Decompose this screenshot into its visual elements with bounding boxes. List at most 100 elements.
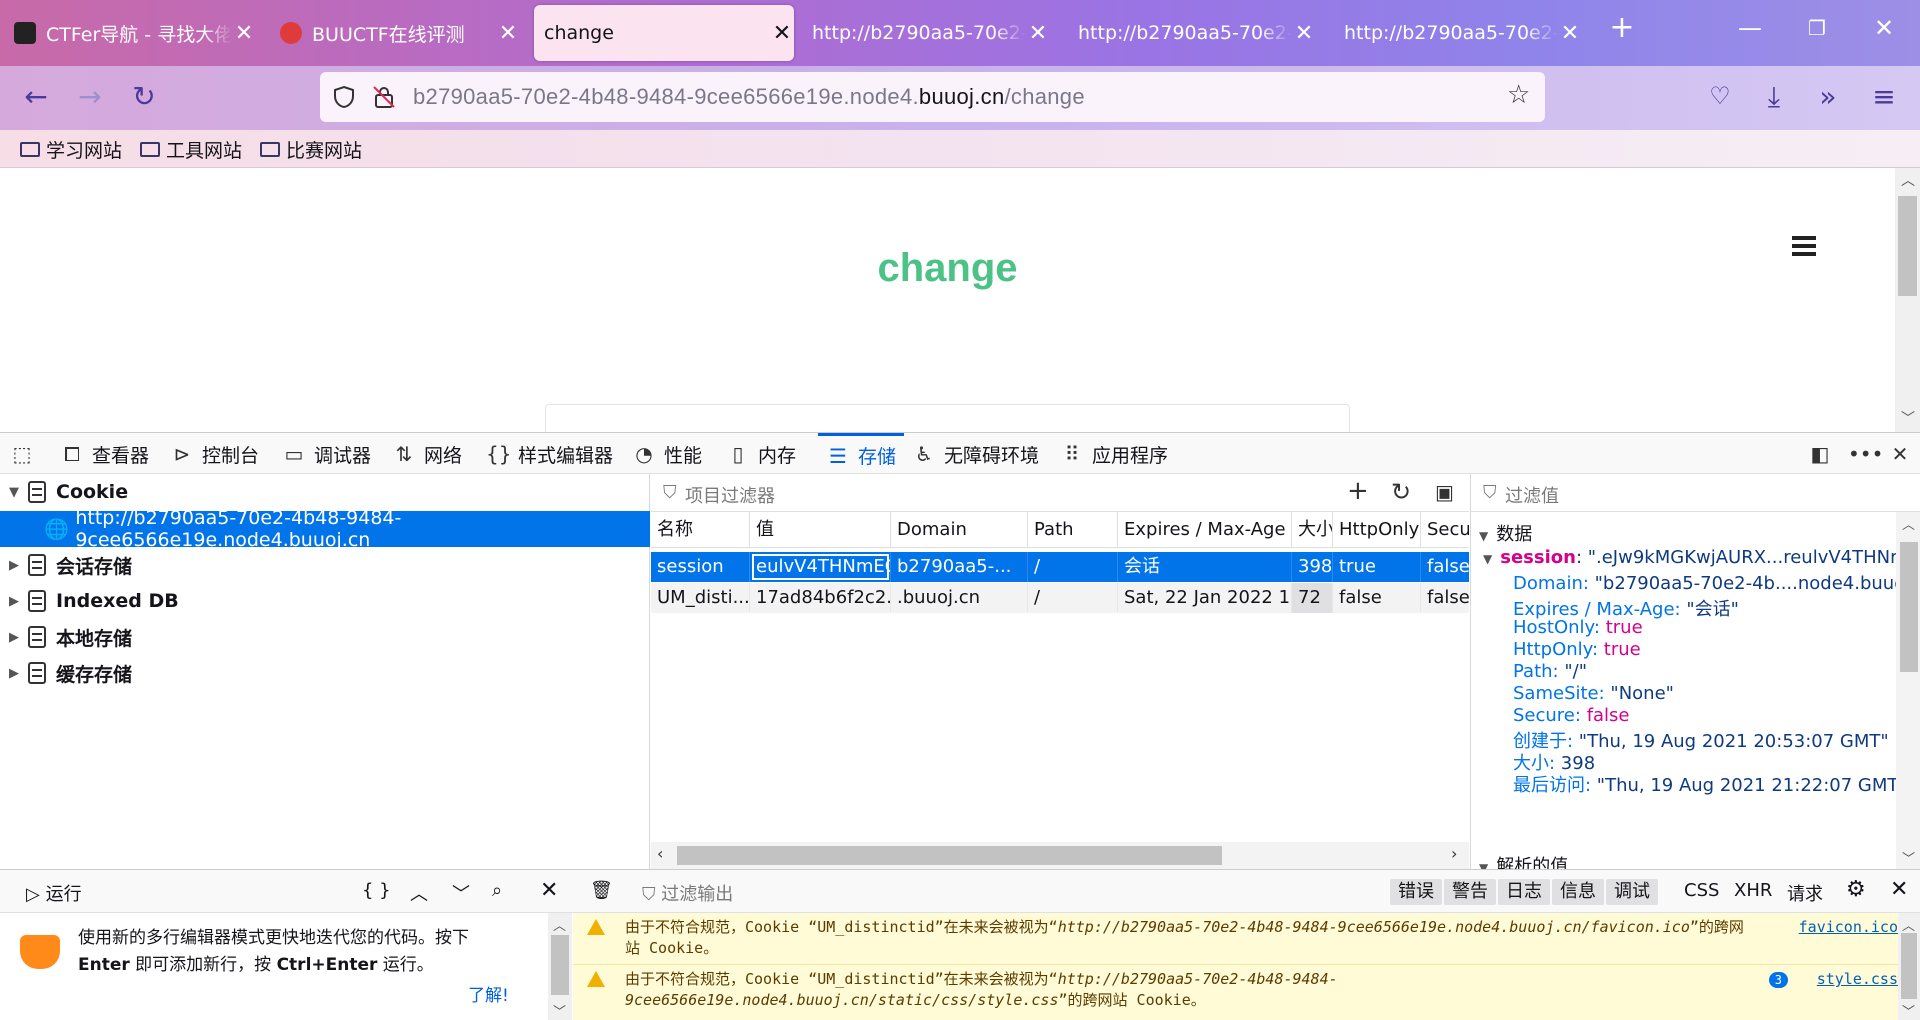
tree-item-local-storage[interactable]: ▶ 本地存储 — [0, 619, 650, 655]
scroll-down-icon[interactable]: ﹀ — [553, 1001, 566, 1020]
shield-icon[interactable] — [332, 85, 356, 109]
close-tab-icon[interactable]: ✕ — [1558, 21, 1582, 46]
filter-logs-toggle[interactable]: 日志 — [1498, 879, 1550, 905]
add-item-icon[interactable]: + — [1347, 476, 1369, 506]
filter-warnings-toggle[interactable]: 警告 — [1444, 879, 1496, 905]
close-window-icon[interactable]: ✕ — [1864, 14, 1904, 42]
console-settings-gear-icon[interactable]: ⚙ — [1846, 877, 1866, 902]
pocket-icon[interactable]: ♡ — [1702, 82, 1738, 110]
history-up-icon[interactable]: ︿ — [410, 880, 428, 906]
tab-network[interactable]: ⇅ 网络 — [392, 433, 462, 475]
field-path[interactable]: Path: "/" — [1513, 661, 1587, 682]
refresh-items-icon[interactable]: ↻ — [1391, 478, 1411, 506]
scrollbar-thumb[interactable] — [551, 935, 569, 995]
collapsed-triangle-icon[interactable]: ▶ — [0, 666, 28, 681]
scroll-down-icon[interactable]: ﹀ — [1902, 1001, 1915, 1020]
cell-path[interactable]: / — [1028, 583, 1118, 613]
hamburger-menu-icon[interactable] — [1792, 236, 1816, 256]
console-warning-message[interactable]: 由于不符合规范，Cookie “UM_distinctid”在未来会被视为“ht… — [573, 913, 1898, 965]
clear-console-trash-icon[interactable]: 🗑 — [590, 880, 613, 901]
expanded-triangle-icon[interactable]: ▼ — [0, 485, 28, 500]
close-devtools-icon[interactable]: ✕ — [1888, 433, 1912, 475]
tree-item-cookie[interactable]: ▼ Cookie — [0, 474, 650, 510]
field-last-accessed[interactable]: 最后访问: "Thu, 19 Aug 2021 21:22:07 GMT" — [1513, 771, 1907, 797]
cell-expires[interactable]: 会话 — [1118, 552, 1292, 582]
column-header-domain[interactable]: Domain — [891, 512, 1028, 548]
console-filter-input[interactable]: ⛉ 过滤输出 — [642, 880, 733, 906]
cell-secure[interactable]: false — [1421, 552, 1469, 582]
browser-tab-5[interactable]: http://b2790aa5-70e2-4b ✕ — [1068, 5, 1316, 61]
filter-info-toggle[interactable]: 信息 — [1552, 879, 1604, 905]
cell-secure[interactable]: false — [1421, 583, 1469, 613]
tab-accessibility[interactable]: ♿ 无障碍环境 — [912, 433, 1039, 475]
table-horizontal-scrollbar[interactable]: ‹ › — [651, 842, 1469, 869]
message-source-link[interactable]: style.css — [1817, 969, 1898, 990]
tab-application[interactable]: ⠿ 应用程序 — [1060, 433, 1168, 475]
bookmark-folder-contests[interactable]: 比赛网站 — [260, 136, 362, 163]
tab-memory[interactable]: ▯ 内存 — [726, 433, 796, 475]
close-tab-icon[interactable]: ✕ — [1026, 21, 1050, 46]
new-tab-plus-icon[interactable]: + — [1602, 10, 1642, 45]
parsed-section-header[interactable]: ▼ 解析的值 — [1479, 852, 1568, 869]
collapsed-triangle-icon[interactable]: ▶ — [0, 594, 28, 609]
column-header-path[interactable]: Path — [1028, 512, 1118, 548]
column-header-size[interactable]: 大小 — [1292, 512, 1333, 548]
restore-window-icon[interactable]: ❐ — [1797, 16, 1837, 40]
toggle-sidebar-icon[interactable]: ▣ — [1435, 480, 1454, 504]
more-options-icon[interactable]: ••• — [1848, 433, 1883, 475]
scroll-down-icon[interactable]: ﹀ — [1901, 408, 1915, 428]
multiline-editor-panel[interactable]: 使用新的多行编辑器模式更快地迭代您的代码。按下 Enter 即可添加新行，按 C… — [0, 913, 572, 1020]
reload-icon[interactable]: ↻ — [126, 80, 162, 113]
field-samesite[interactable]: SameSite: "None" — [1513, 683, 1674, 704]
url-bar[interactable]: b2790aa5-70e2-4b48-9484-9cee6566e19e.nod… — [320, 72, 1545, 122]
back-arrow-icon[interactable]: ← — [18, 80, 54, 113]
tab-console[interactable]: ⊳ 控制台 — [170, 433, 259, 475]
sidebar-scrollbar[interactable]: ︿ ﹀ — [1896, 512, 1920, 869]
filter-css-toggle[interactable]: CSS — [1684, 880, 1719, 901]
console-warning-message[interactable]: 由于不符合规范，Cookie “UM_distinctid”在未来会被视为“ht… — [573, 965, 1898, 1017]
item-filter-input[interactable]: 项目过滤器 — [685, 482, 775, 508]
cell-domain[interactable]: b2790aa5-... — [891, 552, 1028, 582]
element-picker-icon[interactable]: ⬚ — [10, 433, 34, 475]
browser-tab-3-active[interactable]: change ✕ — [534, 5, 794, 61]
close-tab-icon[interactable]: ✕ — [1292, 21, 1316, 46]
filter-errors-toggle[interactable]: 错误 — [1390, 879, 1442, 905]
cell-expires[interactable]: Sat, 22 Jan 2022 1... — [1118, 583, 1292, 613]
close-split-console-icon[interactable]: ✕ — [1890, 877, 1908, 902]
tab-style-editor[interactable]: {} 样式编辑器 — [486, 433, 613, 475]
overflow-chevron-icon[interactable]: » — [1810, 80, 1846, 113]
field-hostonly[interactable]: HostOnly: true — [1513, 617, 1643, 638]
close-tab-icon[interactable]: ✕ — [770, 21, 794, 46]
editor-scrollbar[interactable]: ︿ ﹀ — [548, 913, 572, 1020]
bookmark-star-icon[interactable]: ☆ — [1507, 80, 1530, 110]
pretty-print-icon[interactable]: { } — [362, 880, 391, 901]
insecure-lock-icon[interactable] — [372, 85, 396, 109]
message-source-link[interactable]: favicon.ico — [1799, 917, 1898, 938]
tree-item-session-storage[interactable]: ▶ 会话存储 — [0, 547, 650, 583]
message-url[interactable]: http://b2790aa5-70e2-4b48-9484-9cee6566e… — [1058, 918, 1690, 936]
value-filter-input[interactable]: 过滤值 — [1505, 482, 1559, 508]
column-header-name[interactable]: 名称 — [651, 512, 750, 548]
close-tab-icon[interactable]: ✕ — [232, 21, 256, 46]
data-section-header[interactable]: ▼ 数据 — [1479, 520, 1532, 546]
cell-value-editing[interactable]: eulvV4THNmECg — [750, 552, 891, 582]
tab-debugger[interactable]: ▭ 调试器 — [282, 433, 371, 475]
cell-httponly[interactable]: false — [1333, 583, 1421, 613]
scroll-left-icon[interactable]: ‹ — [657, 844, 663, 863]
cell-domain[interactable]: .buuoj.cn — [891, 583, 1028, 613]
bookmark-folder-tools[interactable]: 工具网站 — [140, 136, 242, 163]
url-text[interactable]: b2790aa5-70e2-4b48-9484-9cee6566e19e.nod… — [413, 84, 1085, 110]
page-scrollbar[interactable]: ︿ ﹀ — [1895, 168, 1920, 432]
browser-tab-6[interactable]: http://b2790aa5-70e2-4b ✕ — [1334, 5, 1582, 61]
column-header-value[interactable]: 值 — [750, 512, 891, 548]
history-down-icon[interactable]: ﹀ — [452, 880, 470, 906]
minimize-window-icon[interactable]: — — [1730, 14, 1770, 42]
learn-more-link[interactable]: 了解! — [468, 981, 509, 1006]
console-scrollbar[interactable]: ︿ ﹀ — [1898, 913, 1920, 1020]
scroll-up-icon[interactable]: ︿ — [1902, 514, 1915, 533]
app-menu-icon[interactable]: ≡ — [1866, 80, 1902, 113]
filter-xhr-toggle[interactable]: XHR — [1734, 880, 1772, 901]
bookmark-folder-study[interactable]: 学习网站 — [20, 136, 122, 163]
dock-mode-icon[interactable]: ◧ — [1808, 433, 1832, 475]
column-header-secure[interactable]: Secure — [1421, 512, 1469, 548]
